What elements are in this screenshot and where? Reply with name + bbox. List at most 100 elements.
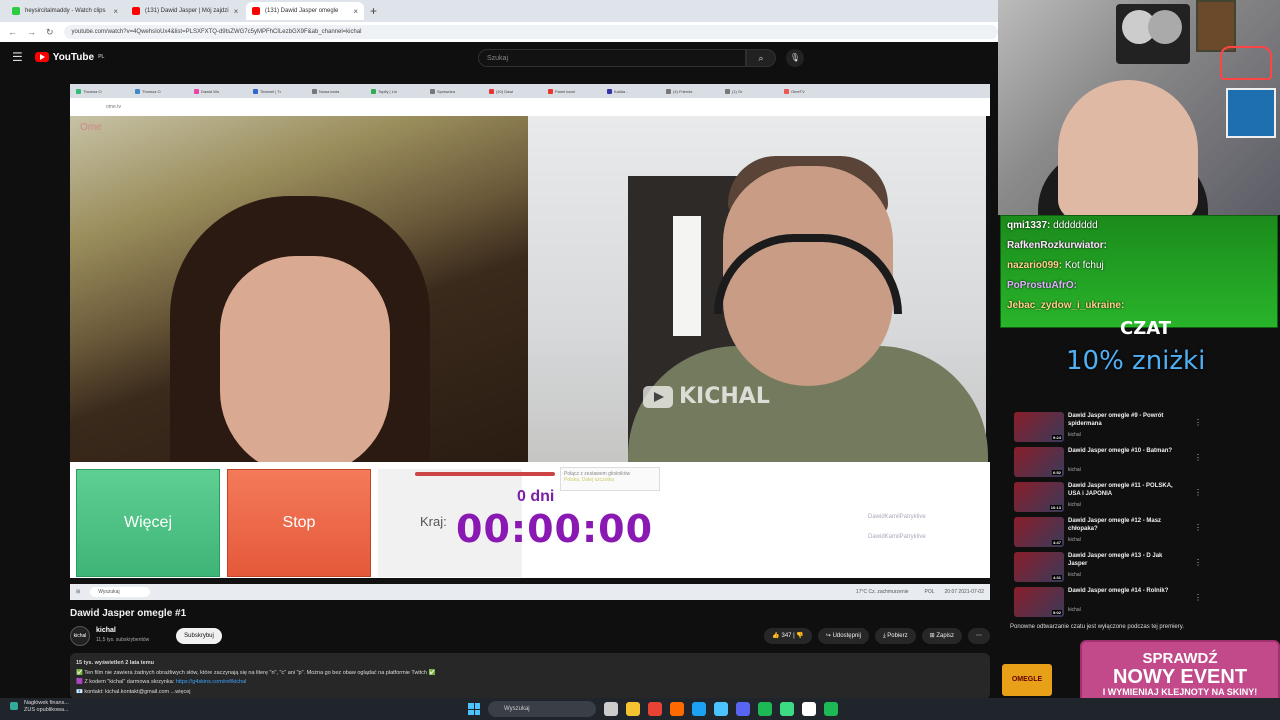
more-icon[interactable]: ⋮: [1194, 453, 1202, 462]
more-actions-button[interactable]: ⋯: [968, 628, 990, 644]
address-bar: ← → ↻ youtube.com/watch?v=4QwehsIoUx4&li…: [0, 22, 998, 42]
search-input[interactable]: Szukaj: [478, 49, 746, 67]
thumbs-down-icon[interactable]: 👎: [796, 633, 803, 639]
tab-label: Thomaz O: [83, 88, 102, 94]
taskbar-app-icon[interactable]: [802, 702, 816, 716]
browser-tab[interactable]: (131) Dawid Jasper omegle ×: [246, 2, 364, 20]
suggested-title[interactable]: Dawid Jasper omegle #14 - Rolnik?: [1068, 587, 1180, 595]
profile-link[interactable]: DawidKamilPatryklive: [868, 527, 926, 547]
suggested-video[interactable]: 9:24 Dawid Jasper omegle #9 - Powrót spid…: [1014, 412, 1204, 445]
windows-start-icon[interactable]: [468, 703, 480, 715]
suggested-channel: kichal: [1068, 572, 1081, 578]
inner-weather: 17°C Cz. zachmurzenie: [855, 589, 909, 595]
video-player[interactable]: Thomaz O Thomaz O Dawid Wo Tinamel | Tr Nowa…: [70, 84, 990, 600]
video-thumbnail[interactable]: 10:13: [1014, 482, 1064, 512]
taskbar-app-icon[interactable]: [714, 702, 728, 716]
more-icon[interactable]: ⋮: [1194, 523, 1202, 532]
suggested-video[interactable]: 10:13 Dawid Jasper omegle #11 - POLSKA, U…: [1014, 482, 1204, 515]
video-thumbnail[interactable]: 4:47: [1014, 517, 1064, 547]
suggested-title[interactable]: Dawid Jasper omegle #9 - Powrót spiderma…: [1068, 412, 1180, 428]
taskbar-app-icon[interactable]: [736, 702, 750, 716]
browser-tab[interactable]: heysircitalmaddy - Watch clips ×: [6, 2, 124, 20]
browser-tab[interactable]: (131) Dawid Jasper | Mój zajdzi ×: [126, 2, 244, 20]
search-button[interactable]: ⌕: [746, 49, 776, 67]
video-description[interactable]: 15 tys. wyświetleń 2 lata temu ✅ Ten fil…: [70, 653, 990, 699]
taskbar-search[interactable]: Wyszukaj: [488, 701, 596, 717]
tab-label: Thomaz O: [142, 88, 161, 94]
desc-link[interactable]: https://g4skins.com/ref/kichal: [176, 679, 247, 685]
video-thumbnail[interactable]: 6:52: [1014, 447, 1064, 477]
taskbar-app-icon[interactable]: [604, 702, 618, 716]
suggested-video[interactable]: 6:52 Dawid Jasper omegle #10 - Batman? kic…: [1014, 447, 1204, 480]
taskbar-app-icon[interactable]: [670, 702, 684, 716]
save-button[interactable]: ⊞ Zapisz: [921, 628, 962, 644]
stop-button[interactable]: Stop: [227, 469, 371, 577]
more-button[interactable]: Więcej: [76, 469, 220, 577]
suggested-video[interactable]: 4:47 Dawid Jasper omegle #12 - Masz chłop…: [1014, 517, 1204, 550]
more-icon[interactable]: ⋮: [1194, 488, 1202, 497]
inner-browser-tab: (1) Gr: [725, 86, 780, 96]
channel-row: kichal kichal 11,5 tys. subskrybentów Su…: [70, 626, 990, 646]
reload-icon[interactable]: ↻: [46, 27, 54, 38]
profile-links: DawidKamilPatryklive DawidKamilPatrykliv…: [868, 507, 926, 547]
suggested-title[interactable]: Dawid Jasper omegle #10 - Batman?: [1068, 447, 1180, 455]
taskbar-apps: [604, 702, 838, 716]
tab-favicon: [253, 88, 258, 94]
taskbar-app-icon[interactable]: [758, 702, 772, 716]
inner-address-bar: ome.tv: [70, 98, 990, 116]
suggested-title[interactable]: Dawid Jasper omegle #11 - POLSKA, USA i …: [1068, 482, 1180, 498]
video-title: Dawid Jasper omegle #1: [70, 608, 187, 619]
youtube-logo[interactable]: YouTube PL: [34, 52, 104, 63]
save-label: Zapisz: [936, 633, 954, 639]
more-icon: ⋯: [976, 633, 982, 639]
news-line2: ZUS opublikowa...: [24, 707, 69, 713]
news-icon: [10, 702, 18, 710]
forward-icon[interactable]: →: [27, 27, 36, 37]
inner-browser-tab: Tinamel | Tr: [253, 86, 308, 96]
more-icon[interactable]: ⋮: [1194, 418, 1202, 427]
profile-link[interactable]: DawidKamilPatryklive: [868, 507, 926, 527]
close-icon[interactable]: ×: [234, 7, 239, 16]
subscribe-button[interactable]: Subskrybuj: [176, 628, 222, 644]
video-thumbnail[interactable]: 4:31: [1014, 552, 1064, 582]
url-field[interactable]: youtube.com/watch?v=4QwehsIoUx4&list=PLS…: [63, 25, 998, 39]
more-icon[interactable]: ⋮: [1194, 593, 1202, 602]
taskbar-app-icon[interactable]: [692, 702, 706, 716]
suggested-video[interactable]: 5:02 Dawid Jasper omegle #14 - Rolnik? kic…: [1014, 587, 1204, 620]
taskbar-app-icon[interactable]: [824, 702, 838, 716]
like-button[interactable]: 👍 347 | 👎: [764, 628, 812, 644]
more-icon[interactable]: ⋮: [1194, 558, 1202, 567]
windows-taskbar: Nagłówek finans... ZUS opublikowa... Wys…: [0, 698, 1280, 720]
video-thumbnail[interactable]: 9:24: [1014, 412, 1064, 442]
channel-avatar[interactable]: kichal: [70, 626, 90, 646]
days-counter: 0 dni: [517, 488, 555, 505]
taskbar-app-icon[interactable]: [780, 702, 794, 716]
menu-icon[interactable]: ☰: [12, 50, 23, 64]
suggested-title[interactable]: Dawid Jasper omegle #13 - D Jak Jasper: [1068, 552, 1180, 568]
suggested-channel: kichal: [1068, 432, 1081, 438]
inner-lang: POL: [924, 589, 935, 595]
mic-button[interactable]: 🎙: [786, 49, 804, 67]
news-widget[interactable]: Nagłówek finans... ZUS opublikowa...: [10, 700, 69, 714]
chat-message: nazario099: Kot fchuj: [1001, 256, 1277, 276]
channel-name[interactable]: kichal: [96, 627, 116, 634]
chat-message: Jebac_zydow_i_ukraine:: [1001, 296, 1277, 316]
suggested-video[interactable]: 4:31 Dawid Jasper omegle #13 - D Jak Jasp…: [1014, 552, 1204, 585]
new-tab-icon[interactable]: +: [370, 4, 377, 18]
video-thumbnail[interactable]: 5:02: [1014, 587, 1064, 617]
close-icon[interactable]: ×: [353, 7, 358, 16]
inner-browser-tab: (4) Friends: [666, 86, 721, 96]
share-button[interactable]: ↪ Udostępnij: [817, 628, 869, 644]
suggested-title[interactable]: Dawid Jasper omegle #12 - Masz chłopaka?: [1068, 517, 1180, 533]
tab-favicon: [76, 88, 81, 94]
tab-label: Sprawdza: [437, 88, 455, 94]
close-icon[interactable]: ×: [113, 7, 118, 16]
back-icon[interactable]: ←: [8, 27, 17, 37]
download-button[interactable]: ⤓ Pobierz: [874, 628, 916, 644]
like-count: 347: [781, 633, 792, 639]
taskbar-app-icon[interactable]: [648, 702, 662, 716]
chat-username: nazario099:: [1007, 260, 1063, 271]
tab-favicon: [489, 88, 494, 94]
desc-line-code: 🟪 Z kodem "kichal" darmowa skrzynka: htt…: [76, 679, 247, 685]
taskbar-app-icon[interactable]: [626, 702, 640, 716]
